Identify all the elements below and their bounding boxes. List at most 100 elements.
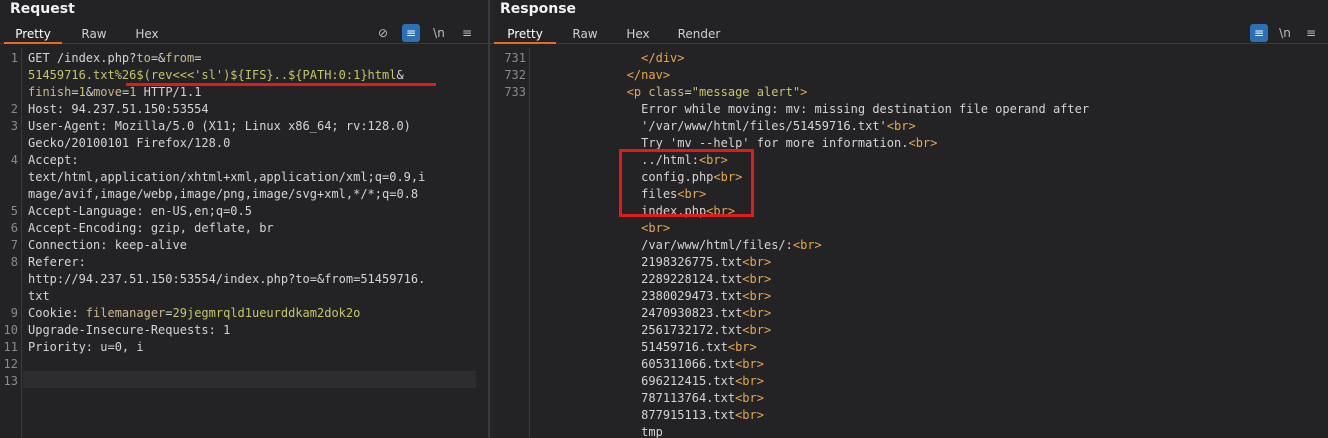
code-line: Referer:: [28, 254, 86, 271]
code-line: http://94.237.51.150:53554/index.php?to=…: [28, 271, 425, 288]
line-number: 9: [10, 306, 18, 320]
line-number: [490, 203, 526, 220]
code-token: class: [648, 85, 685, 99]
code-line: 2380029473.txt<br>: [540, 288, 771, 305]
code-token: <br>: [735, 357, 764, 371]
code-line: 2289228124.txt<br>: [540, 271, 771, 288]
code-line: Accept:: [28, 152, 79, 169]
code-line: </div>: [540, 50, 685, 67]
line-number: 733: [504, 85, 526, 99]
code-token: Accept:: [28, 153, 79, 167]
code-line: 2470930823.txt<br>: [540, 305, 771, 322]
code-token: 2289228124.txt: [540, 272, 743, 286]
line-number: [490, 152, 526, 169]
response-editor[interactable]: 731 </div> 732 </nav> 733 <p class="messag…: [490, 48, 1328, 438]
tab-response-raw[interactable]: Raw: [560, 24, 610, 44]
code-token: Upgrade-Insecure-Requests: 1: [28, 323, 231, 337]
line-number: [490, 288, 526, 305]
tab-request-raw[interactable]: Raw: [68, 24, 120, 44]
code-token: </div>: [540, 51, 685, 65]
code-token: =: [684, 85, 692, 99]
line-number: [0, 67, 18, 84]
payload-underline: [126, 83, 436, 86]
code-line: 2198326775.txt<br>: [540, 254, 771, 271]
tab-response-pretty[interactable]: Pretty: [494, 24, 556, 44]
line-number: [490, 407, 526, 424]
code-token: </nav>: [540, 68, 671, 82]
code-line: Error while moving: mv: missing destinat…: [540, 101, 1089, 118]
code-line: 787113764.txt<br>: [540, 390, 764, 407]
tab-request-hex[interactable]: Hex: [124, 24, 170, 44]
tab-response-hex[interactable]: Hex: [616, 24, 660, 44]
line-number: 8: [10, 255, 18, 269]
line-number: [490, 101, 526, 118]
request-editor[interactable]: 1 GET /index.php?to=&from= 51459716.txt%26…: [0, 48, 488, 438]
code-token: =&: [150, 51, 166, 65]
line-number: 1: [10, 51, 18, 65]
code-line: Host: 94.237.51.150:53554: [28, 101, 209, 118]
tab-response-render[interactable]: Render: [668, 24, 730, 44]
code-token: <br>: [742, 289, 772, 303]
code-token: 2198326775.txt: [540, 255, 743, 269]
code-token: <br>: [792, 238, 822, 252]
code-token: '/var/www/html/files/51459716.txt': [540, 119, 887, 133]
line-number: 732: [504, 68, 526, 82]
code-line: tmp: [540, 424, 663, 438]
wrap-icon[interactable]: ≡: [402, 24, 420, 42]
line-number: [0, 271, 18, 288]
code-line: <br>: [540, 220, 670, 237]
highlight-box: [619, 149, 754, 217]
code-line: Connection: keep-alive: [28, 237, 187, 254]
code-line: 877915113.txt<br>: [540, 407, 764, 424]
code-token: HTTP/1.1: [136, 85, 202, 99]
line-number: [490, 390, 526, 407]
code-token: <br>: [742, 323, 772, 337]
line-number: [490, 356, 526, 373]
code-line: GET /index.php?to=&from=: [28, 50, 201, 67]
line-number: [490, 305, 526, 322]
code-token: >: [800, 85, 808, 99]
code-token: =: [71, 85, 79, 99]
line-number: [490, 339, 526, 356]
menu-icon[interactable]: ≡: [458, 24, 476, 42]
code-token: Host: 94.237.51.150:53554: [28, 102, 209, 116]
newline-icon[interactable]: \n: [1276, 24, 1294, 42]
code-token: from: [165, 51, 195, 65]
response-tabs: Pretty Raw Hex Render: [490, 24, 1328, 44]
line-number: [490, 186, 526, 203]
line-number: [0, 84, 18, 101]
code-token: 29jegmrqld1ueurddkam2dok2o: [172, 306, 361, 320]
code-line: </nav>: [540, 67, 670, 84]
code-token: Accept-Encoding: gzip, deflate, br: [28, 221, 274, 235]
code-token: <br>: [735, 374, 764, 388]
code-line: '/var/www/html/files/51459716.txt'<br>: [540, 118, 916, 135]
code-token: <br>: [735, 391, 764, 405]
code-token: text/html,application/xhtml+xml,applicat…: [28, 170, 426, 184]
current-line-highlight: [23, 371, 476, 388]
code-token: 877915113.txt: [540, 408, 736, 422]
code-token: <br>: [742, 306, 772, 320]
wrap-icon[interactable]: ≡: [1250, 24, 1268, 42]
code-token: txt: [28, 289, 50, 303]
code-token: Accept-Language: en-US,en;q=0.5: [28, 204, 252, 218]
line-number: 12: [3, 357, 18, 371]
line-number: [0, 288, 18, 305]
code-token: User-Agent: Mozilla/5.0 (X11; Linux x86_…: [28, 119, 411, 133]
line-number: [490, 220, 526, 237]
code-line: /var/www/html/files/:<br>: [540, 237, 822, 254]
line-number: 4: [10, 153, 18, 167]
menu-icon[interactable]: ≡: [1302, 24, 1320, 42]
eye-slash-icon[interactable]: ⊘: [374, 24, 392, 42]
code-line: txt: [28, 288, 50, 305]
code-line: Upgrade-Insecure-Requests: 1: [28, 322, 230, 339]
line-number: [490, 271, 526, 288]
code-line: Priority: u=0, i: [28, 339, 144, 356]
tab-request-pretty[interactable]: Pretty: [4, 24, 62, 44]
line-number: 6: [10, 221, 18, 235]
code-token: =: [165, 306, 173, 320]
newline-icon[interactable]: \n: [430, 24, 448, 42]
code-token: <br>: [641, 221, 671, 235]
line-number: [490, 373, 526, 390]
code-token: <p: [540, 85, 649, 99]
code-token: 787113764.txt: [540, 391, 736, 405]
